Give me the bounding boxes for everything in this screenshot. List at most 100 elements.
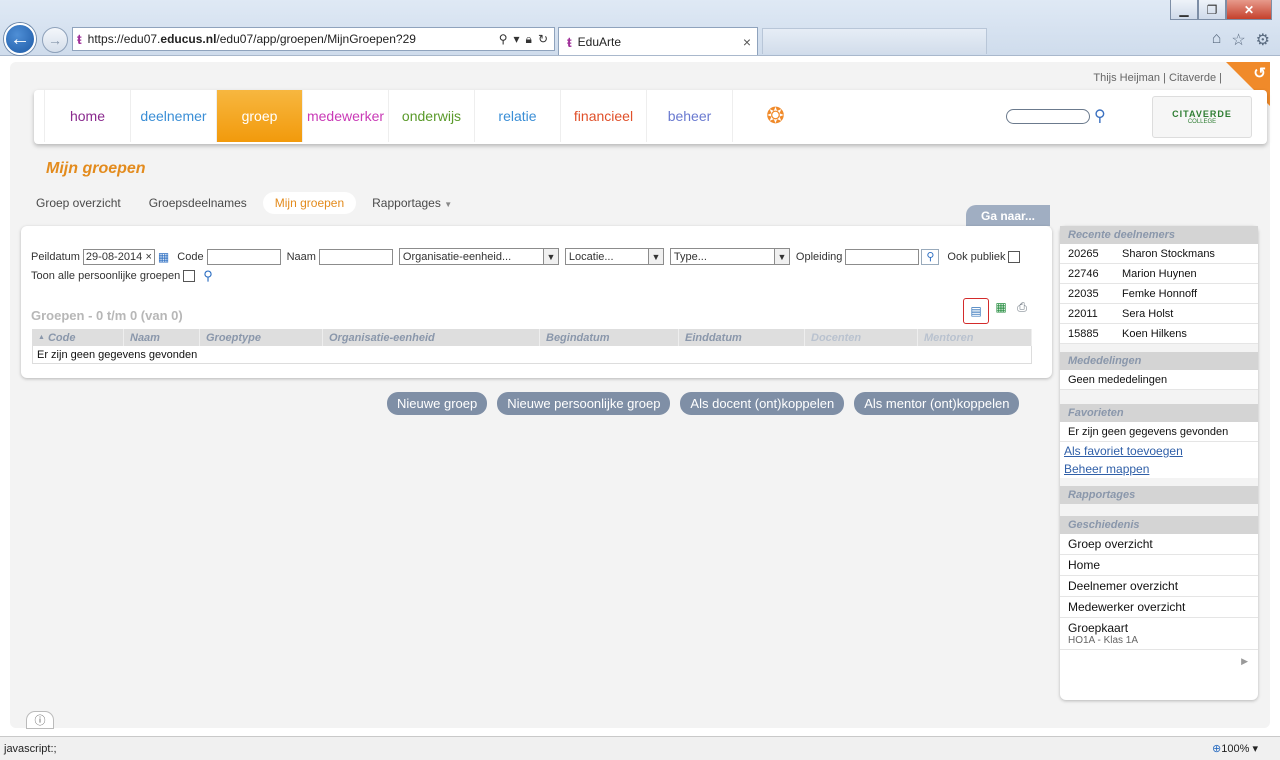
status-text: javascript:; [4,742,57,755]
empty-row: Er zijn geen gegevens gevonden [32,346,1032,364]
col-organisatie-eenheid[interactable]: Organisatie-eenheid [323,329,540,346]
menu-medewerker[interactable]: medewerker [302,90,388,142]
col-code[interactable]: ▲ Code [32,329,124,346]
locatie-select[interactable]: Locatie... ▼ [564,248,664,265]
close-window-button[interactable]: ✕ [1226,0,1272,20]
subnav-groepsdeelnames[interactable]: Groepsdeelnames [137,192,259,214]
recent-item[interactable]: 20265 Sharon Stockmans [1060,244,1258,264]
rapportages-title: Rapportages [1060,486,1258,504]
ook-publiek-checkbox[interactable] [1008,250,1021,263]
favicon-icon: ŧ [567,33,572,50]
favorites-star-icon[interactable]: ☆ [1231,30,1245,50]
restore-button[interactable]: ❐ [1198,0,1226,20]
search-icon[interactable]: ⚲ [203,268,213,284]
results-title: Groepen - 0 t/m 0 (van 0) [31,308,183,323]
history-sub: HO1A - Klas 1A [1068,635,1139,646]
browser-toolbar-icons: ⌂ ☆ ⚙ [1212,30,1270,50]
ga-naar-button[interactable]: Ga naar... [966,205,1050,226]
browser-chrome: ▁ ❐ ✕ ← → ŧ https://edu07.educus.nl/edu0… [0,0,1280,56]
refresh-corner-icon[interactable]: ↺ [1253,64,1266,82]
toon-alle-label: Toon alle persoonlijke groepen [31,270,181,282]
favoriet-toevoegen-link[interactable]: Als favoriet toevoegen [1060,442,1258,460]
favorieten-text: Er zijn geen gegevens gevonden [1060,422,1258,442]
chevron-right-icon[interactable]: ▶ [1060,650,1258,673]
history-item[interactable]: Home [1060,555,1258,576]
tab-title: EduArte [577,34,622,49]
tab-eduarte[interactable]: ŧ EduArte × [558,27,758,55]
close-tab-icon[interactable]: × [743,34,751,50]
nieuwe-groep-button[interactable]: Nieuwe groep [387,392,488,415]
menu-onderwijs[interactable]: onderwijs [388,90,474,142]
menu-financieel[interactable]: financieel [560,90,646,142]
history-item[interactable]: Groepkaart HO1A - Klas 1A [1060,618,1258,650]
opleiding-search-button[interactable]: ⚲ [921,248,940,265]
subnav-mijn-groepen[interactable]: Mijn groepen [262,192,357,214]
recent-item[interactable]: 22035 Femke Honnoff [1060,284,1258,304]
history-item[interactable]: Groep overzicht [1060,534,1258,555]
organisatie-eenheid-select[interactable]: Organisatie-eenheid... ▼ [398,248,559,265]
user-line: Thijs Heijman | Citaverde | [1093,72,1222,84]
home-icon[interactable]: ⌂ [1212,30,1222,50]
info-icon[interactable]: ⓘ [26,711,54,729]
calendar-icon[interactable]: ▦ [158,250,169,264]
chevron-down-icon: ▼ [773,249,789,264]
menu-beheer[interactable]: beheer [646,90,732,142]
recent-item[interactable]: 22746 Marion Huynen [1060,264,1258,284]
toon-alle-checkbox[interactable] [183,270,196,282]
col-naam[interactable]: Naam [124,329,200,346]
col-einddatum[interactable]: Einddatum [679,329,805,346]
search-icon[interactable]: ⚲ [1094,106,1106,126]
address-bar[interactable]: ŧ https://edu07.educus.nl/edu07/app/groe… [72,27,555,51]
export-excel-icon[interactable]: ▦ [992,298,1010,316]
lock-icon[interactable]: 🔒︎ [526,32,532,47]
code-field[interactable] [206,248,281,265]
history-item[interactable]: Deelnemer overzicht [1060,576,1258,597]
main-menu: home deelnemer groep medewerker onderwij… [34,90,1267,144]
opleiding-field[interactable] [845,248,920,265]
url-text[interactable]: https://edu07.educus.nl/edu07/app/groepe… [88,32,499,46]
export-toolbar: ▤ ▦ ⎙ [963,298,1031,324]
mededelingen-text: Geen mededelingen [1060,370,1258,390]
print-icon[interactable]: ⎙ [1013,298,1031,316]
chevron-down-icon: ▼ [542,249,558,264]
gear-icon[interactable]: ⚙ [1256,30,1270,50]
beheer-mappen-link[interactable]: Beheer mappen [1060,460,1258,478]
col-docenten: Docenten [805,329,918,346]
filter-row-2: Toon alle persoonlijke groepen ⚲ [31,268,213,284]
col-begindatum[interactable]: Begindatum [540,329,679,346]
export-csv-icon[interactable]: ▤ [963,298,989,324]
peildatum-field[interactable]: 29-08-2014 × [82,248,155,265]
search-icon[interactable]: ⚲ [499,32,508,47]
mentor-koppelen-button[interactable]: Als mentor (ont)koppelen [854,392,1020,415]
type-select[interactable]: Type... ▼ [669,248,790,265]
nieuwe-persoonlijke-groep-button[interactable]: Nieuwe persoonlijke groep [497,392,671,415]
zoom-control[interactable]: ⊕100% ▾ [1212,742,1258,755]
menu-home[interactable]: home [44,90,130,142]
zoom-icon: ⊕ [1212,743,1222,755]
global-search-input[interactable] [1006,109,1090,124]
history-item[interactable]: Medewerker overzicht [1060,597,1258,618]
divider [1060,344,1258,352]
divider [1060,504,1258,516]
menu-deelnemer[interactable]: deelnemer [130,90,216,142]
forward-button[interactable]: → [42,27,68,53]
naam-label: Naam [286,250,316,263]
back-button[interactable]: ← [4,23,36,55]
menu-groep[interactable]: groep [216,90,302,142]
clear-icon[interactable]: × [145,251,151,263]
recent-item[interactable]: 22011 Sera Holst [1060,304,1258,324]
minimize-button[interactable]: ▁ [1170,0,1198,20]
ook-publiek-label: Ook publiek [947,250,1006,263]
lifebuoy-icon[interactable]: ❂ [732,90,818,142]
refresh-icon[interactable]: ↻ [538,32,548,47]
table-header: ▲ Code Naam Groeptype Organisatie-eenheid… [32,329,1032,346]
menu-relatie[interactable]: relatie [474,90,560,142]
subnav-rapportages[interactable]: Rapportages ▼ [360,192,464,214]
docent-koppelen-button[interactable]: Als docent (ont)koppelen [680,392,845,415]
new-tab-area[interactable] [762,28,987,54]
col-groeptype[interactable]: Groeptype [200,329,323,346]
naam-field[interactable] [318,248,393,265]
chevron-down-icon[interactable]: ▾ [514,32,520,47]
recent-item[interactable]: 15885 Koen Hilkens [1060,324,1258,344]
subnav-groep-overzicht[interactable]: Groep overzicht [24,192,133,214]
